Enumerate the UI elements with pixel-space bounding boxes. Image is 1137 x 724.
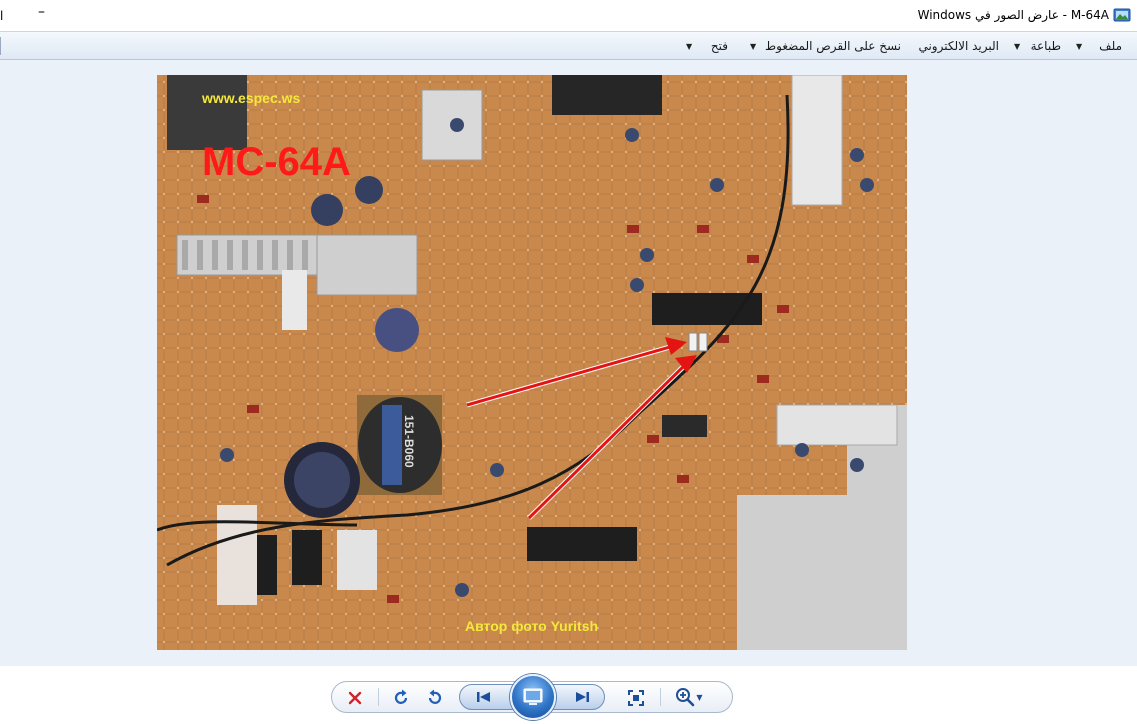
chevron-down-icon[interactable]: ▼ [1014, 42, 1020, 51]
menu-print[interactable]: طباعة [1031, 39, 1061, 53]
actual-size-icon [628, 690, 644, 706]
photo-credit: Автор фото Yuritsh [465, 618, 598, 634]
previous-icon [477, 692, 490, 702]
zoom-button[interactable]: ▼ [671, 686, 707, 708]
separator [378, 688, 379, 706]
chevron-down-icon[interactable]: ▼ [750, 42, 756, 51]
watermark-url: www.espec.ws [201, 90, 301, 106]
rotate-clockwise-button[interactable] [391, 688, 413, 708]
displayed-photo: www.espec.ws MC-64A Автор фото Yuritsh 1… [157, 75, 907, 650]
pcb-photo: www.espec.ws MC-64A Автор фото Yuritsh 1… [157, 75, 907, 650]
menu-file[interactable]: ملف [1099, 39, 1122, 53]
title-bar: l – M-64A - عارض الصور في Windows [0, 0, 1137, 31]
rotate-clockwise-icon [394, 689, 408, 704]
menu-open[interactable]: فتح [711, 39, 728, 53]
chevron-down-icon: ▼ [696, 692, 703, 702]
next-button[interactable] [570, 688, 594, 706]
minimize-button[interactable]: – [38, 4, 45, 20]
edge-mark: l [0, 9, 4, 23]
window-title: M-64A - عارض الصور في Windows [917, 8, 1109, 22]
menu-email[interactable]: البريد الالكتروني [918, 39, 999, 53]
actual-size-button[interactable] [625, 688, 647, 708]
rotate-counterclockwise-button[interactable] [423, 688, 445, 708]
menu-bar: ملف ▼ طباعة ▼ البريد الالكتروني نسخ على … [0, 31, 1137, 60]
menu-bar-edge [0, 37, 1, 55]
slideshow-icon [523, 688, 543, 705]
zoom-icon [676, 688, 695, 707]
menu-burn-cd[interactable]: نسخ على القرص المضغوط [765, 39, 901, 53]
previous-button[interactable] [472, 688, 496, 706]
separator [660, 688, 661, 706]
delete-icon [348, 691, 362, 705]
chevron-down-icon[interactable]: ▼ [686, 42, 692, 51]
chevron-down-icon[interactable]: ▼ [1076, 42, 1082, 51]
transformer-label: 151-B060 [402, 415, 416, 468]
photo-viewer-icon [1113, 8, 1131, 22]
model-label: MC-64A [202, 140, 351, 184]
slideshow-button[interactable] [510, 674, 556, 720]
delete-button[interactable] [344, 688, 366, 708]
rotate-counterclockwise-icon [428, 689, 442, 704]
next-icon [576, 692, 589, 702]
